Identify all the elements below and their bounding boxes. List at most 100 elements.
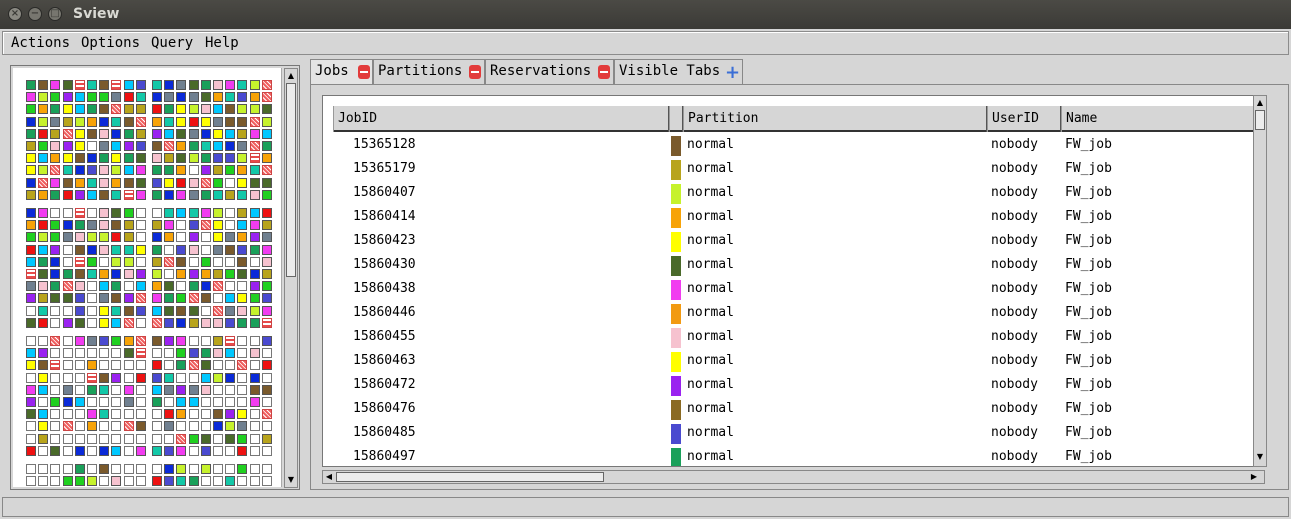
node-cell[interactable] (213, 348, 223, 359)
node-cell[interactable] (87, 372, 97, 383)
node-cell[interactable] (62, 116, 73, 127)
node-cell[interactable] (62, 177, 73, 188)
node-cell[interactable] (249, 244, 260, 255)
node-cell[interactable] (50, 80, 61, 90)
node-cell[interactable] (237, 305, 248, 316)
node-cell[interactable] (74, 80, 85, 90)
node-cell[interactable] (62, 244, 73, 255)
node-cell[interactable] (99, 244, 110, 255)
node-cell[interactable] (87, 317, 97, 328)
node-cell[interactable] (225, 165, 236, 176)
node-cell[interactable] (176, 317, 187, 328)
node-cell[interactable] (225, 421, 236, 432)
node-cell[interactable] (225, 348, 236, 359)
table-row[interactable]: 15365128 normal nobody FW_job (333, 134, 1260, 158)
node-cell[interactable] (200, 189, 211, 200)
node-cell[interactable] (261, 421, 272, 432)
node-cell[interactable] (123, 92, 134, 103)
node-cell[interactable] (249, 464, 260, 474)
node-cell[interactable] (188, 220, 199, 231)
node-cell[interactable] (225, 232, 236, 243)
node-cell[interactable] (26, 281, 36, 292)
node-cell[interactable] (237, 141, 248, 151)
node-cell[interactable] (164, 348, 175, 359)
node-cell[interactable] (38, 189, 49, 200)
node-cell[interactable] (249, 336, 260, 346)
node-cell[interactable] (261, 256, 272, 267)
node-cell[interactable] (26, 372, 36, 383)
node-cell[interactable] (123, 372, 134, 383)
node-cell[interactable] (99, 189, 110, 200)
scroll-up-arrow-icon[interactable]: ▲ (286, 71, 296, 81)
node-cell[interactable] (261, 189, 272, 200)
node-cell[interactable] (38, 476, 49, 487)
node-cell[interactable] (50, 177, 61, 188)
node-cell[interactable] (152, 177, 162, 188)
node-cell[interactable] (213, 433, 223, 444)
node-cell[interactable] (261, 397, 272, 407)
node-cell[interactable] (135, 189, 146, 200)
node-cell[interactable] (74, 397, 85, 407)
node-cell[interactable] (176, 220, 187, 231)
node-cell[interactable] (225, 244, 236, 255)
node-cell[interactable] (62, 476, 73, 487)
node-cell[interactable] (123, 384, 134, 395)
node-cell[interactable] (261, 433, 272, 444)
node-cell[interactable] (225, 433, 236, 444)
scroll-down-arrow-icon[interactable]: ▼ (286, 475, 296, 485)
node-cell[interactable] (50, 104, 61, 115)
node-grid-scroll-thumb[interactable] (286, 83, 296, 277)
node-cell[interactable] (249, 445, 260, 456)
node-cell[interactable] (261, 92, 272, 103)
node-cell[interactable] (74, 293, 85, 304)
node-cell[interactable] (249, 232, 260, 243)
node-cell[interactable] (99, 464, 110, 474)
node-cell[interactable] (62, 80, 73, 90)
node-cell[interactable] (87, 116, 97, 127)
node-cell[interactable] (176, 244, 187, 255)
node-cell[interactable] (62, 464, 73, 474)
node-cell[interactable] (237, 128, 248, 139)
node-cell[interactable] (74, 433, 85, 444)
node-cell[interactable] (74, 189, 85, 200)
node-cell[interactable] (237, 293, 248, 304)
node-cell[interactable] (135, 244, 146, 255)
node-cell[interactable] (188, 208, 199, 218)
node-cell[interactable] (225, 128, 236, 139)
node-cell[interactable] (225, 104, 236, 115)
node-cell[interactable] (111, 305, 122, 316)
node-cell[interactable] (188, 269, 199, 279)
node-cell[interactable] (99, 80, 110, 90)
node-cell[interactable] (225, 220, 236, 231)
node-cell[interactable] (152, 464, 162, 474)
table-row[interactable]: 15860438 normal nobody FW_job (333, 278, 1260, 302)
node-cell[interactable] (213, 269, 223, 279)
node-cell[interactable] (74, 317, 85, 328)
node-cell[interactable] (123, 464, 134, 474)
node-cell[interactable] (123, 244, 134, 255)
node-cell[interactable] (237, 92, 248, 103)
node-cell[interactable] (135, 269, 146, 279)
node-cell[interactable] (62, 445, 73, 456)
node-cell[interactable] (237, 153, 248, 164)
node-cell[interactable] (261, 128, 272, 139)
node-cell[interactable] (188, 433, 199, 444)
node-cell[interactable] (152, 360, 162, 371)
jobs-table-vscroll-thumb[interactable] (1255, 110, 1265, 130)
node-cell[interactable] (111, 177, 122, 188)
node-cell[interactable] (200, 269, 211, 279)
node-cell[interactable] (111, 293, 122, 304)
node-cell[interactable] (261, 336, 272, 346)
node-cell[interactable] (188, 464, 199, 474)
node-cell[interactable] (26, 476, 36, 487)
node-cell[interactable] (249, 80, 260, 90)
node-cell[interactable] (164, 305, 175, 316)
node-cell[interactable] (176, 464, 187, 474)
node-cell[interactable] (123, 433, 134, 444)
node-cell[interactable] (152, 141, 162, 151)
node-cell[interactable] (249, 128, 260, 139)
node-cell[interactable] (213, 360, 223, 371)
node-cell[interactable] (62, 281, 73, 292)
node-cell[interactable] (176, 141, 187, 151)
node-cell[interactable] (123, 293, 134, 304)
